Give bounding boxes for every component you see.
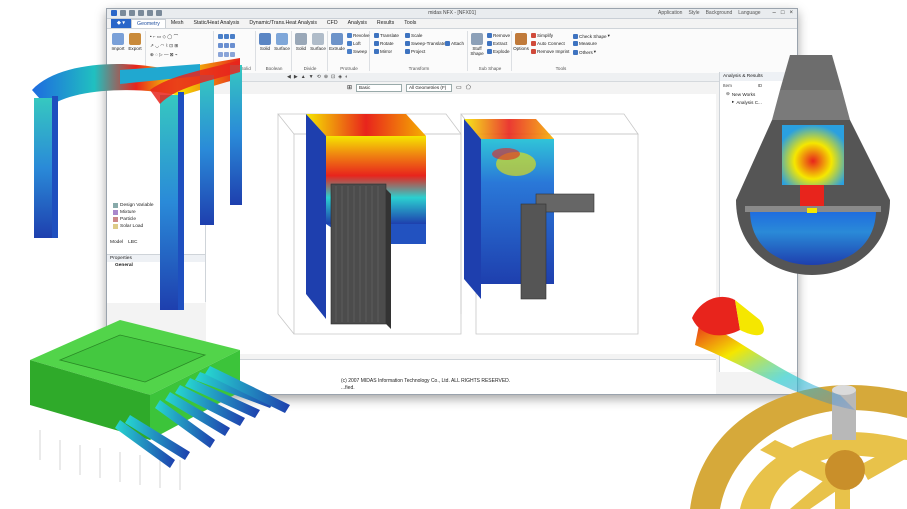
portal-frame-rendering	[32, 58, 242, 310]
heatsink-plate-rendering	[30, 320, 290, 490]
wheel-flow-rendering	[690, 296, 907, 509]
overlay-renderings	[30, 55, 907, 509]
light-bulb-rendering	[736, 55, 890, 275]
